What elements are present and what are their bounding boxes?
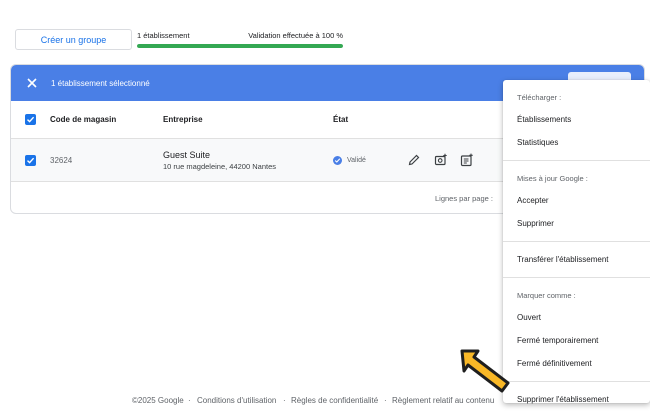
footer-separator: · xyxy=(188,396,191,405)
menu-header-google-updates: Mises à jour Google : xyxy=(517,173,588,183)
validation-status: Validation effectuée à 100 % xyxy=(248,31,343,40)
menu-divider xyxy=(503,381,650,382)
status-label: Validé xyxy=(347,156,366,164)
column-header-code[interactable]: Code de magasin xyxy=(50,115,163,124)
menu-item-accept[interactable]: Accepter xyxy=(503,189,650,212)
close-icon[interactable] xyxy=(25,76,39,90)
business-name[interactable]: Guest Suite xyxy=(163,150,333,160)
copyright: ©2025 Google xyxy=(132,396,184,405)
actions-menu: Télécharger : Établissements Statistique… xyxy=(503,80,650,404)
edit-icon[interactable] xyxy=(407,153,421,167)
menu-header-download: Télécharger : xyxy=(517,92,562,102)
content-policy-link[interactable]: Règlement relatif au contenu xyxy=(392,396,494,405)
menu-divider xyxy=(503,241,650,242)
menu-item-download-establishments[interactable]: Établissements xyxy=(503,108,650,131)
progress-bar-fill xyxy=(137,44,343,48)
menu-divider xyxy=(503,160,650,161)
validation-progress: 1 établissement Validation effectuée à 1… xyxy=(137,31,343,48)
store-code: 32624 xyxy=(50,155,73,165)
column-header-business[interactable]: Entreprise xyxy=(163,115,333,124)
verified-icon xyxy=(333,155,342,165)
business-address: 10 rue magdeleine, 44200 Nantes xyxy=(163,161,276,171)
pointer-cursor-icon xyxy=(460,349,510,393)
select-all-checkbox[interactable] xyxy=(25,114,36,125)
terms-link[interactable]: Conditions d'utilisation xyxy=(197,396,276,405)
menu-header-mark-as: Marquer comme : xyxy=(517,290,576,300)
column-header-state[interactable]: État xyxy=(333,115,348,124)
footer-separator: · xyxy=(384,396,387,405)
row-checkbox[interactable] xyxy=(25,154,36,166)
establishment-count: 1 établissement xyxy=(137,31,190,40)
footer-separator: · xyxy=(283,396,286,405)
menu-divider xyxy=(503,277,650,278)
menu-item-reject[interactable]: Supprimer xyxy=(503,212,650,235)
selection-count: 1 établissement sélectionné xyxy=(51,78,150,88)
menu-item-delete-establishment[interactable]: Supprimer l'établissement xyxy=(503,388,650,411)
create-group-button[interactable]: Créer un groupe xyxy=(15,29,132,50)
menu-item-temporarily-closed[interactable]: Fermé temporairement xyxy=(503,329,650,352)
progress-bar xyxy=(137,44,343,48)
add-photo-icon[interactable] xyxy=(434,153,448,167)
menu-item-open[interactable]: Ouvert xyxy=(503,306,650,329)
privacy-link[interactable]: Règles de confidentialité xyxy=(291,396,378,405)
menu-item-download-statistics[interactable]: Statistiques xyxy=(503,131,650,154)
add-post-icon[interactable] xyxy=(460,153,474,167)
menu-item-transfer[interactable]: Transférer l'établissement xyxy=(503,248,650,271)
rows-per-page-label: Lignes par page : xyxy=(435,193,493,203)
menu-item-permanently-closed[interactable]: Fermé définitivement xyxy=(503,352,650,375)
